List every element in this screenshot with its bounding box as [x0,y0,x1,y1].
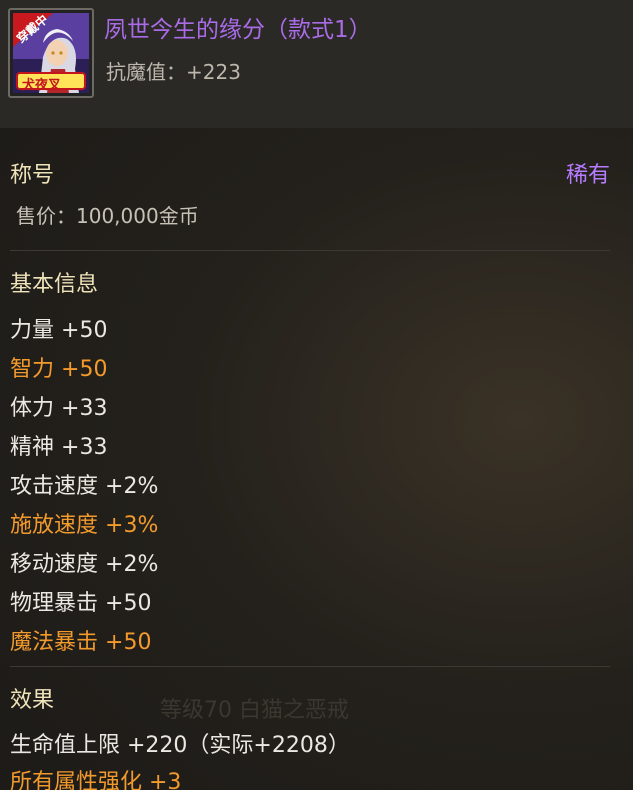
stat-value: +33 [61,435,108,460]
stat-name: 物理暴击 [10,591,99,616]
stat-row-vitality: 体力 +33 [10,390,107,422]
stat-row-spirit: 精神 +33 [10,429,107,461]
rarity-label: 稀有 [566,163,611,188]
divider [10,250,610,251]
category-label: 称号 [10,163,55,188]
stat-name: 魔法暴击 [10,630,99,655]
stat-value: +2% [105,552,159,577]
stat-value: +3% [105,513,159,538]
stat-value: +50 [105,630,152,655]
effect-line: 所有属性强化 +3 [10,770,182,790]
stat-name: 攻击速度 [10,474,99,499]
stat-row-intelligence: 智力 +50 [10,351,107,383]
stat-row-cast-speed: 施放速度 +3% [10,507,158,539]
item-attribute: 抗魔值：+223 [106,60,241,84]
stat-row-move-speed: 移动速度 +2% [10,546,158,578]
stat-name: 精神 [10,435,55,460]
stat-name: 智力 [10,357,55,382]
stat-name: 移动速度 [10,552,99,577]
stat-value: +50 [105,591,152,616]
stat-value: +33 [61,396,108,421]
item-title: 夙世今生的缘分（款式1） [104,17,372,43]
divider [10,666,610,667]
stat-row-physical-crit: 物理暴击 +50 [10,585,151,617]
stat-row-strength: 力量 +50 [10,312,107,344]
stat-name: 力量 [10,318,55,343]
stat-value: +2% [105,474,159,499]
tooltip-header: 穿戴中 犬夜叉 夙世今生的缘分（款式1） 抗魔值：+223 [0,0,633,128]
stat-value: +50 [61,357,108,382]
sell-price: 售价：100,000金币 [16,204,199,228]
stat-name: 体力 [10,396,55,421]
stat-value: +50 [61,318,108,343]
item-icon: 穿戴中 犬夜叉 [8,8,94,98]
effects-title: 效果 [10,688,55,713]
stat-name: 施放速度 [10,513,99,538]
effect-line: 生命值上限 +220（实际+2208） [10,733,350,758]
stat-row-attack-speed: 攻击速度 +2% [10,468,158,500]
stat-row-magic-crit: 魔法暴击 +50 [10,624,151,656]
basic-info-title: 基本信息 [10,272,99,297]
item-tooltip: 穿戴中 犬夜叉 夙世今生的缘分（款式1） 抗魔值：+223 称号 稀有 售价：1… [0,0,633,790]
background-item-text: 等级70 白猫之恶戒 [160,698,349,723]
icon-logo-text: 犬夜叉 [22,78,62,93]
